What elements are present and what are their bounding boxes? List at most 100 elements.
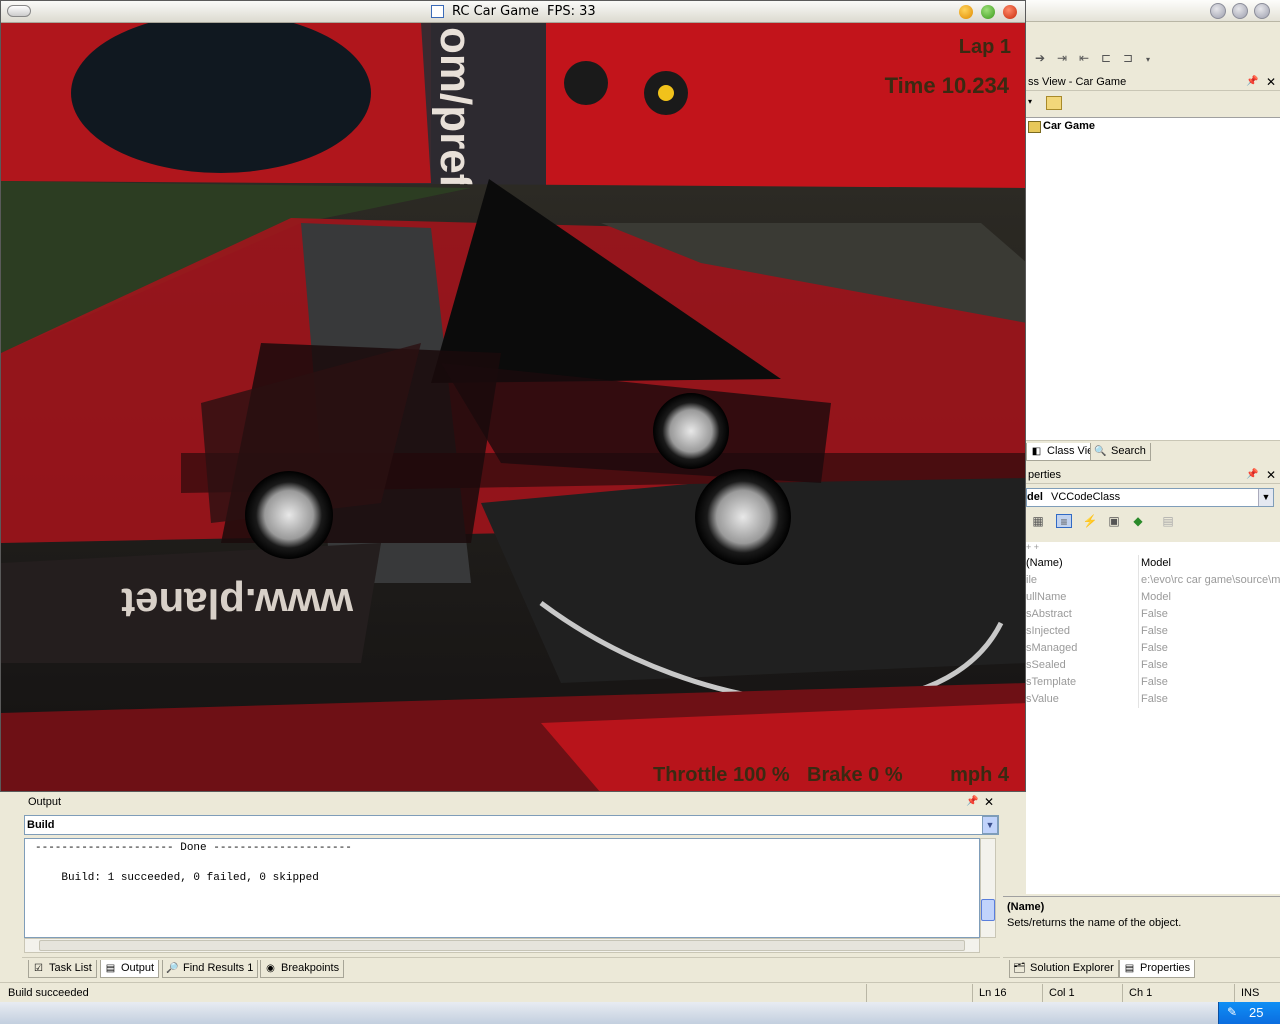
tab-solution-explorer[interactable]: 🗂 Solution Explorer <box>1009 960 1119 978</box>
property-grid: + + (Name) Model ile e:\evo\rc car game\so… <box>1026 542 1280 894</box>
project-icon <box>1028 121 1041 133</box>
property-row[interactable]: ullName Model <box>1026 589 1280 606</box>
game-title-bar[interactable]: RC Car Game FPS: 33 <box>1 1 1025 23</box>
properties-icon: ▤ <box>1124 963 1135 974</box>
arrow-right-icon[interactable]: ➔ <box>1032 51 1048 65</box>
chevron-down-icon[interactable]: ▼ <box>1258 489 1273 506</box>
maximize-icon[interactable] <box>981 5 995 19</box>
comment-icon[interactable]: ⊏ <box>1098 51 1114 65</box>
property-row[interactable]: sTemplate False <box>1026 674 1280 691</box>
game-viewport[interactable]: om/prefa www.planet Lap 1 Time 10.234 Th… <box>1 23 1026 792</box>
game-window-title: RC Car Game <box>452 4 539 19</box>
dropdown-arrow-icon[interactable]: ▾ <box>1028 97 1032 106</box>
status-bar: Build succeeded Ln 16 Col 1 Ch 1 INS <box>0 982 1280 1002</box>
close-icon[interactable] <box>1003 5 1017 19</box>
uncomment-icon[interactable]: ⊐ <box>1120 51 1136 65</box>
output-source-select[interactable]: Build ▼ <box>24 815 999 835</box>
object-type: VCCodeClass <box>1051 491 1121 503</box>
status-ins: INS <box>1234 984 1274 1002</box>
overrides-icon[interactable]: ◆ <box>1130 514 1146 528</box>
alphabetical-icon[interactable]: ≡ <box>1056 514 1072 529</box>
new-folder-icon[interactable] <box>1046 96 1062 110</box>
close-icon[interactable] <box>1254 3 1270 19</box>
chevron-down-icon[interactable]: ▼ <box>982 816 998 834</box>
output-header: Output 📌 ✕ <box>22 794 1000 811</box>
minimize-icon[interactable] <box>959 5 973 19</box>
window-menu-icon[interactable] <box>7 5 31 17</box>
output-text[interactable]: --------------------- Done -------------… <box>24 838 980 938</box>
output-panel: Output 📌 ✕ Build ▼ ---------------------… <box>22 794 1000 956</box>
car-wheel <box>245 471 333 559</box>
expand-icon[interactable]: + + <box>1026 542 1039 552</box>
class-view-tree: Car Game <box>1026 117 1280 440</box>
tab-search[interactable]: 🔍 Search <box>1090 443 1151 461</box>
class-view-icon: ◧ <box>1031 446 1042 457</box>
tree-item-car-game[interactable]: Car Game <box>1043 120 1095 132</box>
property-row[interactable]: sAbstract False <box>1026 606 1280 623</box>
breakpoints-icon: ◉ <box>266 963 275 974</box>
events-icon[interactable]: ⚡ <box>1082 514 1098 528</box>
minimize-icon[interactable] <box>1210 3 1226 19</box>
close-icon[interactable]: ✕ <box>1266 74 1276 90</box>
status-char: Ch 1 <box>1122 984 1212 1002</box>
right-bottom-tabs: 🗂 Solution Explorer ▤ Properties <box>1003 957 1280 981</box>
red-car-poster-right <box>546 23 1025 193</box>
game-window[interactable]: om/prefa www.planet Lap 1 Time 10.234 Th… <box>0 0 1026 792</box>
properties-title: perties <box>1028 469 1062 481</box>
property-row[interactable]: sInjected False <box>1026 623 1280 640</box>
tab-breakpoints[interactable]: ◉ Breakpoints <box>260 960 345 978</box>
tab-output[interactable]: ▤ Output <box>100 960 160 978</box>
output-icon: ▤ <box>105 963 116 974</box>
close-icon[interactable]: ✕ <box>984 794 994 810</box>
taskbar: ✎ 25 <box>0 1002 1280 1024</box>
class-view-title: ss View - Car Game <box>1028 76 1127 88</box>
output-line: --------------------- Done -------------… <box>35 842 352 854</box>
tab-task-list[interactable]: ☑ Task List <box>28 960 97 978</box>
vertical-scrollbar[interactable] <box>980 838 996 938</box>
indent-icon[interactable]: ⇥ <box>1054 51 1070 65</box>
tab-find-results[interactable]: 🔎 Find Results 1 <box>162 960 259 978</box>
tail-light-lamp <box>658 85 674 101</box>
scroll-thumb[interactable] <box>39 940 965 951</box>
object-selector[interactable]: del VCCodeClass ▼ <box>1026 488 1274 507</box>
property-pages-icon[interactable]: ▤ <box>1160 514 1176 528</box>
scroll-thumb[interactable] <box>981 899 995 921</box>
status-column: Col 1 <box>1042 984 1122 1002</box>
properties-header: perties 📌 ✕ <box>1026 467 1280 484</box>
hud-lap: Lap 1 <box>959 36 1011 58</box>
dropdown-arrow-icon[interactable]: ▾ <box>1140 53 1156 67</box>
property-description: (Name) Sets/returns the name of the obje… <box>1003 896 1280 954</box>
class-view-header: ss View - Car Game 📌 ✕ <box>1026 74 1280 91</box>
solution-explorer-icon: 🗂 <box>1013 963 1026 974</box>
outdent-icon[interactable]: ⇤ <box>1076 51 1092 65</box>
properties-toolbar: ▦ ≡ ⚡ ▣ ◆ ▤ <box>1026 509 1280 535</box>
pin-icon[interactable]: 📌 <box>1246 467 1258 483</box>
close-icon[interactable]: ✕ <box>1266 467 1276 483</box>
pin-icon[interactable]: 📌 <box>1246 74 1258 90</box>
app-icon <box>431 5 444 18</box>
horizontal-scrollbar[interactable] <box>24 938 980 953</box>
status-message: Build succeeded <box>8 987 89 999</box>
tray-edit-icon[interactable]: ✎ <box>1227 1005 1237 1019</box>
system-tray: ✎ 25 <box>1218 1002 1280 1024</box>
property-row[interactable]: sSealed False <box>1026 657 1280 674</box>
search-icon: 🔍 <box>1094 446 1107 457</box>
tab-properties[interactable]: ▤ Properties <box>1119 960 1196 978</box>
ide-toolbar: ➔ ⇥ ⇤ ⊏ ⊐ ▾ <box>1026 44 1280 74</box>
checkbox-icon: ☑ <box>34 963 43 974</box>
property-row-name[interactable]: (Name) Model <box>1026 555 1280 572</box>
property-row[interactable]: sManaged False <box>1026 640 1280 657</box>
pin-icon[interactable]: 📌 <box>966 794 978 810</box>
categorized-icon[interactable]: ▦ <box>1030 514 1046 528</box>
clock[interactable]: 25 <box>1249 1005 1263 1020</box>
fps-counter: FPS: 33 <box>547 4 596 19</box>
car-wheel <box>653 393 729 469</box>
maximize-icon[interactable] <box>1232 3 1248 19</box>
hud-mph: mph 4 <box>950 764 1010 786</box>
status-empty <box>866 984 972 1002</box>
property-row[interactable]: sValue False <box>1026 691 1280 708</box>
hud-brake: Brake 0 % <box>807 764 903 786</box>
property-row[interactable]: ile e:\evo\rc car game\source\m <box>1026 572 1280 589</box>
class-view-tabs: ◧ Class View 🔍 Search <box>1026 440 1280 464</box>
messages-icon[interactable]: ▣ <box>1106 514 1122 528</box>
